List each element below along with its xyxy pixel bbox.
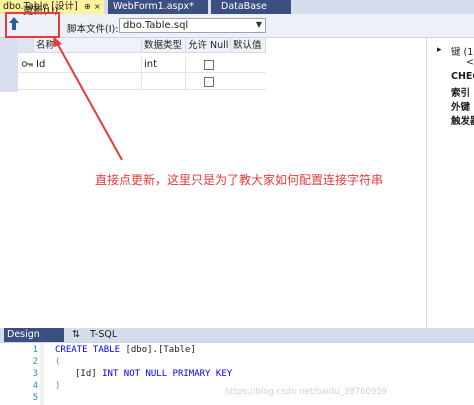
column-header-allow-null[interactable]: 允许 Null — [186, 38, 231, 53]
primary-key-icon — [22, 61, 33, 67]
triggers-item[interactable]: 触发器 — [451, 113, 474, 127]
code-line-4: ) — [55, 381, 60, 391]
swap-panes-icon[interactable]: ⇅ — [72, 328, 80, 342]
line-number: 2 — [32, 357, 38, 367]
chevron-down-icon: ▼ — [255, 20, 262, 29]
sql-keyword: INT NOT NULL PRIMARY KEY — [102, 369, 233, 379]
foreign-keys-item[interactable]: 外键 — [451, 99, 470, 113]
row-selector-header — [18, 38, 34, 53]
column-header-type[interactable]: 数据类型 — [142, 38, 186, 53]
line-number: 1 — [32, 345, 38, 355]
editor-gutter — [40, 343, 44, 405]
line-number: 3 — [32, 369, 38, 379]
tab-webform1[interactable]: WebForm1.aspx* — [108, 0, 208, 14]
cell-name[interactable] — [34, 74, 142, 91]
sql-column: [Id] — [75, 369, 97, 379]
sql-paren: ( — [55, 357, 61, 367]
expand-triangle-icon[interactable]: ▸ — [437, 45, 442, 55]
pin-icon[interactable]: ⊕ — [84, 0, 91, 14]
tab-label: T-SQL — [90, 329, 118, 340]
cell-name[interactable]: Id — [34, 57, 142, 74]
indexes-item[interactable]: 索引 — [451, 85, 470, 99]
tab-title: WebForm1.aspx* — [113, 1, 194, 12]
close-icon[interactable]: × — [94, 0, 101, 14]
key-entry[interactable]: < — [466, 57, 474, 68]
check-constraints-item[interactable]: CHEC — [451, 71, 474, 82]
tab-tsql[interactable]: T-SQL — [90, 328, 117, 342]
annotation-text: 直接点更新，这里只是为了教大家如何配置连接字符串 — [95, 173, 384, 187]
keys-item[interactable]: 键 (1) — [451, 44, 474, 58]
code-line-1: CREATE TABLE [dbo].[Table] — [55, 345, 196, 355]
code-line-3: [Id] INT NOT NULL PRIMARY KEY — [75, 369, 232, 379]
column-header-default[interactable]: 默认值 — [231, 38, 266, 53]
code-line-2: ( — [55, 357, 60, 367]
tab-database[interactable]: DataBase — [211, 0, 291, 14]
row-selector-column — [0, 38, 18, 92]
allow-null-checkbox[interactable] — [204, 60, 214, 70]
allow-null-checkbox[interactable] — [204, 77, 214, 87]
sql-table-name: [dbo].[Table] — [125, 345, 196, 355]
sql-keyword: CREATE TABLE — [55, 345, 121, 355]
cell-type[interactable]: int — [142, 57, 186, 74]
tab-label: Design — [7, 329, 40, 340]
script-file-label: 脚本文件(I): — [67, 24, 119, 35]
update-highlight-box — [5, 12, 60, 38]
script-file-value: dbo.Table.sql — [123, 20, 189, 31]
sql-paren: ) — [55, 381, 61, 391]
line-number: 4 — [32, 381, 38, 391]
tab-title: DataBase — [221, 1, 267, 12]
tab-design[interactable]: Design — [4, 328, 64, 342]
cell-type[interactable] — [142, 74, 186, 91]
line-number: 5 — [32, 393, 38, 403]
watermark: https://blog.csdn.net/baidu_38760959 — [225, 387, 388, 397]
script-file-select[interactable]: dbo.Table.sql ▼ — [119, 18, 266, 33]
column-header-name[interactable]: 名称 — [34, 38, 142, 53]
